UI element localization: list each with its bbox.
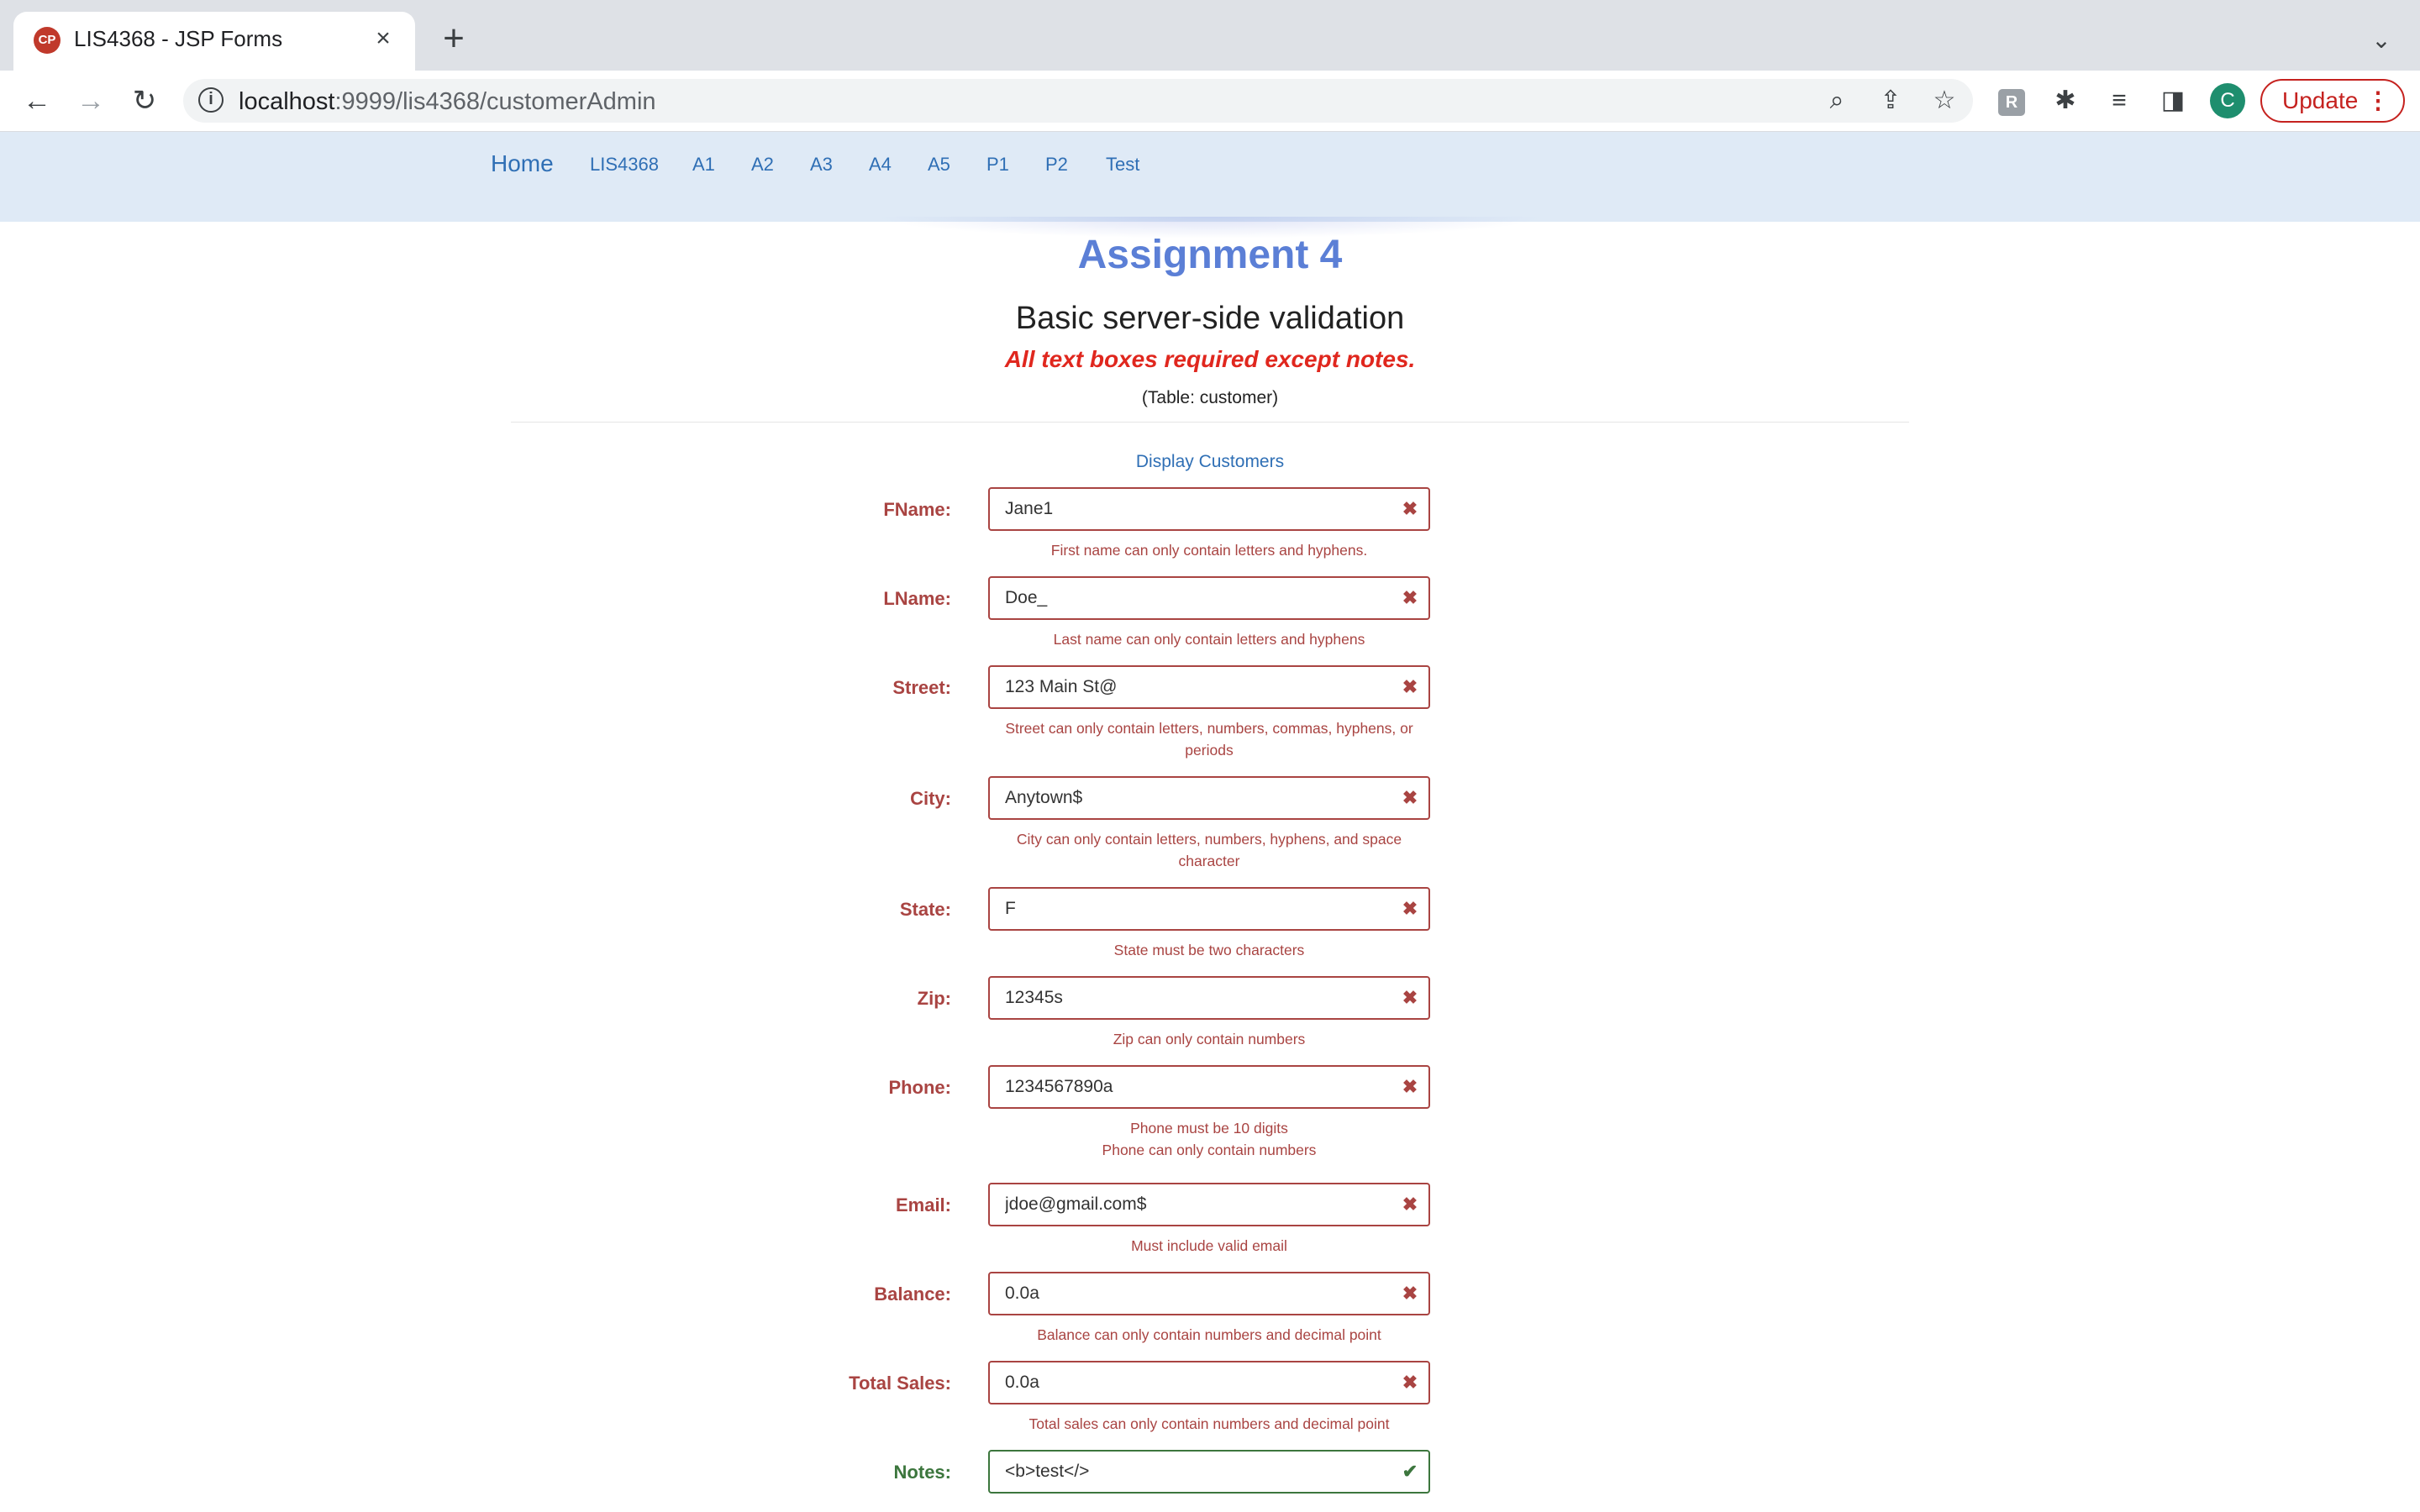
state-error-message: State must be two characters [1113, 942, 1305, 958]
forward-icon[interactable]: → [72, 82, 109, 119]
nav-item-a1[interactable]: A1 [692, 154, 715, 176]
divider [511, 422, 1909, 423]
lname-error-message: Last name can only contain letters and h… [1053, 631, 1365, 648]
fname-label: FName: [883, 499, 951, 520]
nav-item-p1[interactable]: P1 [986, 154, 1009, 176]
email-error-message: Must include valid email [1131, 1237, 1287, 1254]
new-tab-icon[interactable]: + [434, 20, 474, 60]
error-x-icon: ✖ [1402, 587, 1418, 608]
balance-error-message: Balance can only contain numbers and dec… [1037, 1326, 1381, 1343]
update-label: Update [2282, 87, 2359, 113]
error-x-icon: ✖ [1402, 1372, 1418, 1393]
city-input[interactable] [988, 776, 1430, 820]
street-label: Street: [892, 677, 951, 698]
street-error-message: periods [1185, 742, 1234, 759]
nav-item-a3[interactable]: A3 [810, 154, 833, 176]
tab-title: LIS4368 - JSP Forms [74, 26, 283, 51]
reload-icon[interactable]: ↻ [126, 82, 163, 119]
phone-error-message: Phone must be 10 digits [1130, 1120, 1288, 1137]
lname-label: LName: [883, 588, 951, 609]
update-button[interactable]: Update ⋮ [2260, 79, 2405, 123]
nav-item-a4[interactable]: A4 [869, 154, 892, 176]
error-x-icon: ✖ [1402, 898, 1418, 919]
extensions-puzzle-icon[interactable]: ✱ [2047, 82, 2084, 119]
total-sales-label: Total Sales: [849, 1373, 951, 1394]
nav-item-lis4368[interactable]: LIS4368 [590, 154, 659, 176]
success-check-icon: ✔ [1402, 1461, 1418, 1482]
tab-close-icon[interactable]: × [366, 22, 400, 55]
nav-home[interactable]: Home [491, 150, 554, 177]
state-label: State: [899, 899, 951, 920]
browser-tab[interactable]: CP LIS4368 - JSP Forms × [13, 12, 415, 71]
address-url[interactable]: localhost:9999/lis4368/customerAdmin [239, 88, 656, 116]
state-input[interactable] [988, 887, 1430, 931]
media-queue-icon[interactable]: ≡ [2101, 82, 2138, 119]
extension-icon[interactable]: R [1998, 89, 2025, 116]
phone-error-message: Phone can only contain numbers [1102, 1142, 1317, 1158]
side-panel-icon[interactable]: ◨ [2154, 82, 2191, 119]
profile-avatar[interactable]: C [2210, 83, 2245, 118]
nav-item-test[interactable]: Test [1106, 154, 1139, 176]
error-x-icon: ✖ [1402, 987, 1418, 1008]
street-error-message: Street can only contain letters, numbers… [1005, 720, 1413, 737]
street-input[interactable] [988, 665, 1430, 709]
error-x-icon: ✖ [1402, 1194, 1418, 1215]
zip-error-message: Zip can only contain numbers [1113, 1031, 1306, 1047]
url-path: :9999/lis4368/customerAdmin [334, 88, 656, 115]
balance-input[interactable] [988, 1272, 1430, 1315]
browser-tabstrip: CP LIS4368 - JSP Forms × + ⌄ [0, 0, 2420, 71]
notes-input[interactable] [988, 1450, 1430, 1494]
city-error-message: character [1178, 853, 1240, 869]
page-title: Assignment 4 [1077, 233, 1343, 277]
display-customers-anchor[interactable]: Display Customers [1136, 452, 1284, 471]
fname-input[interactable] [988, 487, 1430, 531]
nav-item-p2[interactable]: P2 [1045, 154, 1068, 176]
display-customers-link: Display Customers [0, 452, 2420, 472]
error-x-icon: ✖ [1402, 676, 1418, 697]
error-x-icon: ✖ [1402, 1076, 1418, 1097]
required-note: All text boxes required except notes. [1004, 346, 1416, 372]
tab-favicon-icon: CP [34, 27, 60, 54]
back-icon[interactable]: ← [18, 82, 55, 119]
address-bar[interactable]: i localhost:9999/lis4368/customerAdmin ⌕… [183, 79, 1973, 123]
phone-input[interactable] [988, 1065, 1430, 1109]
table-note: (Table: customer) [1141, 388, 1279, 407]
site-navbar: Home LIS4368 A1 A2 A3 A4 A5 P1 P2 Test [0, 132, 2420, 222]
city-label: City: [910, 788, 951, 809]
url-host: localhost [239, 88, 335, 115]
more-menu-icon[interactable]: ⋮ [2366, 81, 2390, 121]
zip-input[interactable] [988, 976, 1430, 1020]
total-sales-input[interactable] [988, 1361, 1430, 1404]
nav-item-a5[interactable]: A5 [928, 154, 950, 176]
email-label: Email: [895, 1194, 951, 1215]
page-subtitle: Basic server-side validation [1015, 301, 1405, 336]
phone-label: Phone: [888, 1077, 951, 1098]
site-info-icon[interactable]: i [198, 87, 224, 113]
nav-item-a2[interactable]: A2 [751, 154, 774, 176]
balance-label: Balance: [874, 1284, 951, 1305]
zip-label: Zip: [917, 988, 951, 1009]
error-x-icon: ✖ [1402, 498, 1418, 519]
tab-search-chevron-icon[interactable]: ⌄ [2365, 24, 2398, 57]
lname-input[interactable] [988, 576, 1430, 620]
email-input[interactable] [988, 1183, 1430, 1226]
total-sales-error-message: Total sales can only contain numbers and… [1028, 1415, 1390, 1432]
fname-error-message: First name can only contain letters and … [1050, 542, 1368, 559]
error-x-icon: ✖ [1402, 1283, 1418, 1304]
zoom-icon[interactable]: ⌕ [1820, 84, 1854, 118]
error-x-icon: ✖ [1402, 787, 1418, 808]
notes-label: Notes: [893, 1462, 951, 1483]
bookmark-star-icon[interactable]: ☆ [1928, 84, 1961, 118]
share-icon[interactable]: ⇪ [1874, 84, 1907, 118]
city-error-message: City can only contain letters, numbers, … [1016, 831, 1402, 848]
